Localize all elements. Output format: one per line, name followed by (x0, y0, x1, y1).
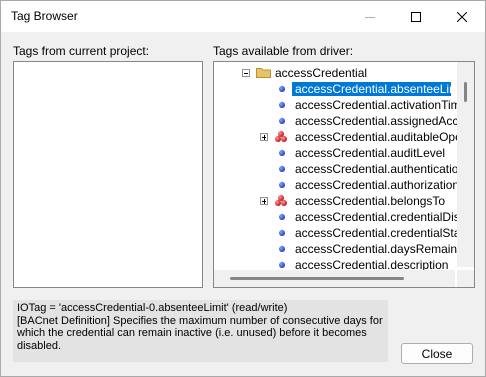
property-icon (279, 166, 285, 172)
tree-item-label: accessCredential.credentialDisab (295, 210, 474, 224)
expand-icon[interactable] (260, 133, 268, 141)
tree-item[interactable]: accessCredential.auditableOpera (214, 129, 474, 145)
property-icon (279, 182, 285, 188)
vertical-scrollbar[interactable] (457, 62, 474, 267)
tree-root-row[interactable]: accessCredential (214, 65, 474, 81)
tree-item-label: accessCredential.authorizationEx (295, 178, 474, 192)
tree-item-label: accessCredential.credentialStatus (295, 226, 475, 240)
title-bar[interactable]: Tag Browser (1, 1, 485, 32)
available-driver-label: Tags available from driver: (213, 44, 354, 58)
close-icon (457, 11, 467, 22)
tree-item[interactable]: accessCredential.authorizationEx (214, 177, 474, 193)
tree-item[interactable]: accessCredential.activationTime (214, 97, 474, 113)
property-group-icon (275, 131, 288, 143)
horizontal-scroll-thumb[interactable] (230, 277, 404, 280)
tree-item[interactable]: accessCredential.authenticationF (214, 161, 474, 177)
tree-item[interactable]: accessCredential.credentialDisab (214, 209, 474, 225)
vertical-scroll-thumb[interactable] (464, 82, 467, 102)
minimize-button[interactable] (347, 1, 393, 32)
driver-tag-tree[interactable]: accessCredential accessCredential.absent… (213, 61, 475, 288)
tree-root-label: accessCredential (275, 66, 368, 80)
tree-item-label: accessCredential.daysRemaining (295, 242, 474, 256)
property-icon (279, 214, 285, 220)
close-window-button[interactable] (439, 1, 485, 32)
tree-item-label: accessCredential.belongsTo (295, 194, 446, 208)
tree-item[interactable]: accessCredential.assignedAccess (214, 113, 474, 129)
property-icon (279, 102, 285, 108)
tree-item-label: accessCredential.authenticationF (295, 162, 473, 176)
property-icon (279, 262, 285, 268)
close-button[interactable]: Close (401, 343, 473, 364)
tree-item-label: accessCredential.activationTime (295, 98, 468, 112)
tag-description-panel: IOTag = 'accessCredential-0.absenteeLimi… (13, 300, 388, 362)
collapse-icon[interactable] (242, 69, 250, 77)
current-project-tag-list[interactable] (13, 61, 203, 288)
tag-browser-window: Tag Browser Tags from current project: T… (0, 0, 486, 377)
tree-item-label: accessCredential.absenteeLimit (292, 82, 465, 96)
property-icon (279, 86, 285, 92)
tree-item-label: accessCredential.auditLevel (295, 146, 446, 160)
property-icon (279, 150, 285, 156)
tree-item[interactable]: accessCredential.belongsTo (214, 193, 474, 209)
property-icon (279, 118, 285, 124)
tag-description-line2: [BACnet Definition] Specifies the maximu… (17, 314, 386, 352)
tree-item[interactable]: accessCredential.absenteeLimit (214, 81, 474, 97)
folder-icon (256, 68, 271, 78)
tag-description-line1: IOTag = 'accessCredential-0.absenteeLimi… (17, 302, 288, 314)
property-group-icon (275, 195, 288, 207)
maximize-icon (411, 11, 421, 22)
minimize-icon (365, 16, 375, 18)
maximize-button[interactable] (393, 1, 439, 32)
window-title: Tag Browser (11, 9, 78, 23)
tree-item-label: accessCredential.auditableOpera (295, 130, 473, 144)
horizontal-scrollbar[interactable] (214, 270, 455, 287)
current-project-label: Tags from current project: (13, 44, 150, 58)
tree-item[interactable]: accessCredential.auditLevel (214, 145, 474, 161)
property-icon (279, 246, 285, 252)
property-icon (279, 230, 285, 236)
tree-item[interactable]: accessCredential.daysRemaining (214, 241, 474, 257)
tree-item-label: accessCredential.assignedAccess (295, 114, 475, 128)
tree-item[interactable]: accessCredential.credentialStatus (214, 225, 474, 241)
expand-icon[interactable] (260, 197, 268, 205)
scrollbar-corner (457, 270, 474, 287)
